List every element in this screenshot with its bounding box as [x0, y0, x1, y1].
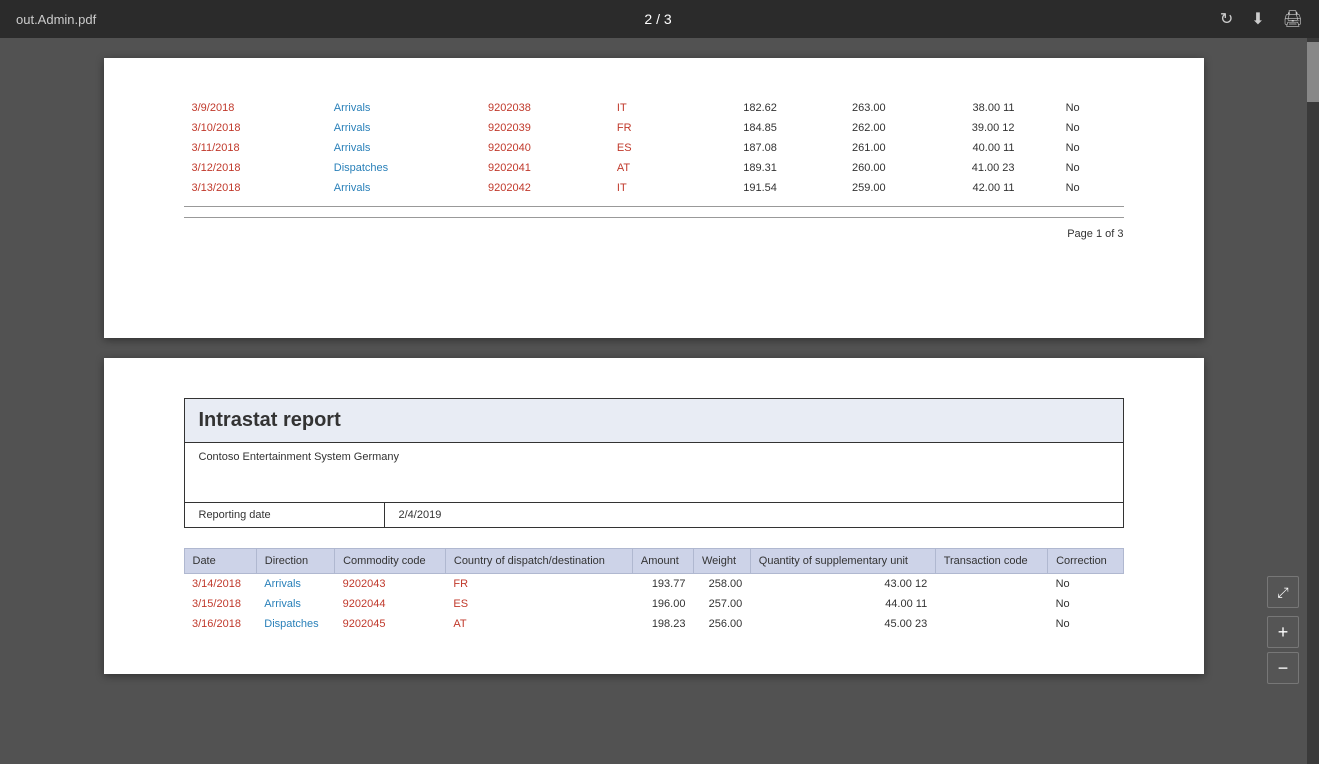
zoom-in-button[interactable]: +	[1267, 616, 1299, 648]
report-title: Intrastat report	[185, 399, 1123, 443]
table-row: 3/10/2018Arrivals9202039FR184.85262.0039…	[184, 118, 1124, 138]
page2-table: DateDirectionCommodity codeCountry of di…	[184, 548, 1124, 634]
right-scrollbar[interactable]	[1307, 38, 1319, 764]
page-indicator: 2 / 3	[644, 11, 671, 27]
column-header: Amount	[632, 549, 693, 574]
column-header: Date	[184, 549, 256, 574]
table-row: 3/12/2018Dispatches9202041AT189.31260.00…	[184, 158, 1124, 178]
refresh-icon[interactable]: ↻	[1220, 9, 1233, 29]
toolbar: out.Admin.pdf 2 / 3 ↻ ⬇ 🖨	[0, 0, 1319, 38]
scrollbar-thumb[interactable]	[1307, 42, 1319, 102]
print-icon[interactable]: 🖨	[1283, 9, 1303, 29]
report-company: Contoso Entertainment System Germany	[185, 443, 1123, 503]
pdf-page-2: Intrastat report Contoso Entertainment S…	[104, 358, 1204, 674]
report-title-box: Intrastat report Contoso Entertainment S…	[184, 398, 1124, 528]
page1-table: 3/9/2018Arrivals9202038IT182.62263.0038.…	[184, 98, 1124, 198]
table-row: 3/14/2018Arrivals9202043FR193.77258.0043…	[184, 574, 1123, 595]
column-header-row: DateDirectionCommodity codeCountry of di…	[184, 549, 1123, 574]
pdf-page-1: 3/9/2018Arrivals9202038IT182.62263.0038.…	[104, 58, 1204, 338]
column-header: Quantity of supplementary unit	[750, 549, 935, 574]
column-header: Transaction code	[935, 549, 1047, 574]
page1-number: Page 1 of 3	[184, 217, 1124, 240]
column-header: Direction	[256, 549, 334, 574]
table-row: 3/13/2018Arrivals9202042IT191.54259.0042…	[184, 178, 1124, 198]
download-icon[interactable]: ⬇	[1251, 9, 1264, 29]
reporting-date-value: 2/4/2019	[385, 503, 1123, 527]
reporting-date-label: Reporting date	[185, 503, 385, 527]
table-row: 3/15/2018Arrivals9202044ES196.00257.0044…	[184, 594, 1123, 614]
report-date-row: Reporting date 2/4/2019	[185, 503, 1123, 527]
toolbar-actions: ↻ ⬇ 🖨	[1220, 9, 1303, 29]
table-row: 3/11/2018Arrivals9202040ES187.08261.0040…	[184, 138, 1124, 158]
pages-container[interactable]: 3/9/2018Arrivals9202038IT182.62263.0038.…	[0, 38, 1307, 764]
table-row: 3/16/2018Dispatches9202045AT198.23256.00…	[184, 614, 1123, 634]
column-header: Weight	[693, 549, 750, 574]
fullscreen-button[interactable]: ⤢	[1267, 576, 1299, 608]
filename-label: out.Admin.pdf	[16, 12, 96, 27]
zoom-controls: ⤢ + −	[1267, 576, 1299, 684]
column-header: Correction	[1048, 549, 1123, 574]
table-row: 3/9/2018Arrivals9202038IT182.62263.0038.…	[184, 98, 1124, 118]
content-area: 3/9/2018Arrivals9202038IT182.62263.0038.…	[0, 38, 1319, 764]
column-header: Country of dispatch/destination	[445, 549, 632, 574]
zoom-out-button[interactable]: −	[1267, 652, 1299, 684]
column-header: Commodity code	[335, 549, 446, 574]
